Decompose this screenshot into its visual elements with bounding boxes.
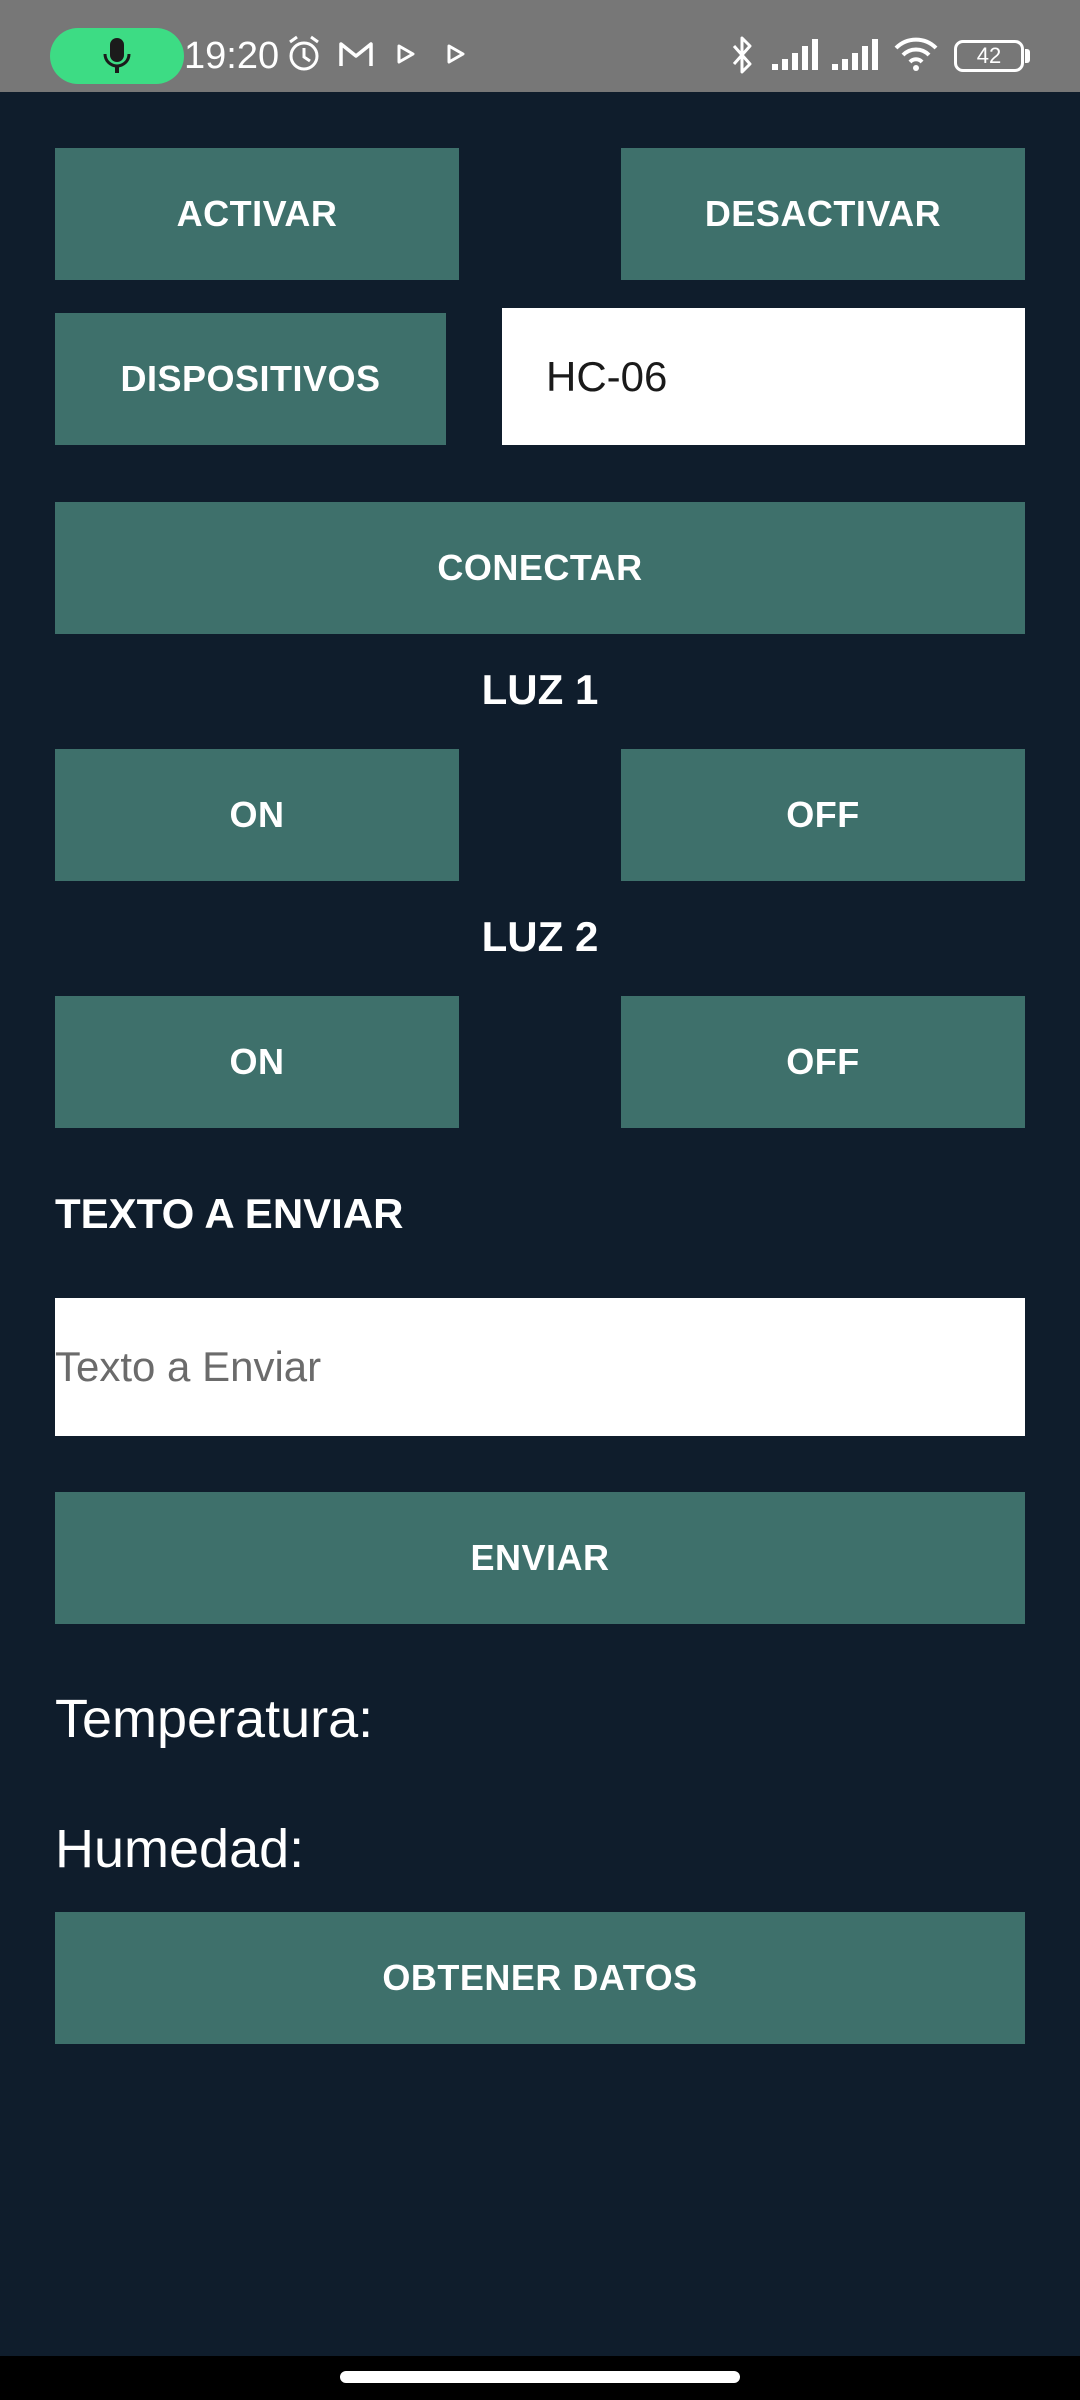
battery-icon: 42 xyxy=(954,40,1024,72)
connect-button[interactable]: CONECTAR xyxy=(55,502,1025,634)
deactivate-button[interactable]: DESACTIVAR xyxy=(621,148,1025,280)
play-icon xyxy=(447,44,465,64)
humidity-label: Humedad: xyxy=(55,1819,305,1879)
light2-on-button[interactable]: ON xyxy=(55,996,459,1128)
status-time: 19:20 xyxy=(184,35,280,77)
send-button[interactable]: ENVIAR xyxy=(55,1492,1025,1624)
light2-title: LUZ 2 xyxy=(481,913,599,960)
send-text-input[interactable] xyxy=(55,1298,1025,1436)
battery-level: 42 xyxy=(976,43,1002,68)
navigation-bar xyxy=(0,2356,1080,2400)
signal-icon xyxy=(832,39,878,70)
wifi-icon xyxy=(894,37,938,71)
bluetooth-icon xyxy=(732,36,752,74)
devices-button[interactable]: DISPOSITIVOS xyxy=(55,313,446,445)
send-text-heading: TEXTO A ENVIAR xyxy=(55,1190,404,1237)
battery-tip xyxy=(1025,49,1030,63)
device-name-field[interactable]: HC-06 xyxy=(502,308,1025,445)
get-data-button[interactable]: OBTENER DATOS xyxy=(55,1912,1025,2044)
activate-button[interactable]: ACTIVAR xyxy=(55,148,459,280)
play-icon xyxy=(397,44,415,64)
light1-off-button[interactable]: OFF xyxy=(621,749,1025,881)
signal-icon xyxy=(772,39,818,70)
light1-title: LUZ 1 xyxy=(481,666,599,713)
gmail-icon xyxy=(339,42,373,66)
temperature-label: Temperatura: xyxy=(55,1689,374,1749)
light1-on-button[interactable]: ON xyxy=(55,749,459,881)
alarm-icon xyxy=(289,35,319,71)
light2-off-button[interactable]: OFF xyxy=(621,996,1025,1128)
status-bar: 19:20 42 xyxy=(0,0,1080,92)
device-name-value: HC-06 xyxy=(546,352,668,400)
home-gesture-handle[interactable] xyxy=(340,2371,740,2383)
mic-icon xyxy=(103,38,131,73)
mic-indicator xyxy=(50,28,184,84)
